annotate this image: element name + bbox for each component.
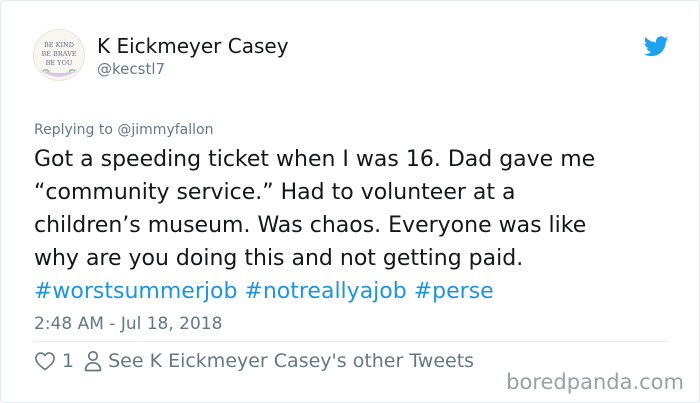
replying-prefix: Replying to bbox=[34, 122, 118, 138]
avatar-text-line-1: BE KIND bbox=[44, 41, 74, 49]
person-icon bbox=[84, 350, 102, 372]
hashtag-link[interactable]: #worstsummerjob bbox=[34, 279, 237, 304]
avatar-text-line-2: BE BRAVE bbox=[41, 50, 76, 58]
like-button[interactable]: 1 bbox=[34, 350, 84, 372]
replying-mention-link[interactable]: @jimmyfallon bbox=[117, 122, 213, 138]
user-handle[interactable]: @kecstl7 bbox=[97, 60, 165, 78]
replying-to: Replying to @jimmyfallon bbox=[34, 121, 213, 139]
hashtag-link[interactable]: #perse bbox=[414, 279, 494, 304]
avatar-text-line-3: BE YOU bbox=[46, 59, 73, 67]
heart-icon bbox=[34, 351, 56, 371]
tweet-actions: 1 See K Eickmeyer Casey's other Tweets bbox=[34, 348, 474, 374]
tweet-text-line: why are you doing this and not getting p… bbox=[34, 246, 524, 271]
tweet-timestamp[interactable]: 2:48 AM - Jul 18, 2018 bbox=[34, 313, 222, 335]
twitter-bird-icon[interactable] bbox=[643, 36, 669, 57]
tweet-card: BE KIND BE BRAVE BE YOU K Eickmeyer Case… bbox=[0, 0, 700, 403]
other-tweets-label: See K Eickmeyer Casey's other Tweets bbox=[108, 350, 475, 372]
tweet-text-line: Got a speeding ticket when I was 16. Dad… bbox=[34, 147, 596, 172]
like-count: 1 bbox=[62, 350, 75, 372]
other-tweets-link[interactable]: See K Eickmeyer Casey's other Tweets bbox=[84, 350, 474, 372]
display-name[interactable]: K Eickmeyer Casey bbox=[97, 34, 289, 58]
tweet-text-line: “community service.” Had to volunteer at… bbox=[34, 180, 516, 205]
tweet-text-line: children’s museum. Was chaos. Everyone w… bbox=[34, 213, 587, 238]
hashtag-line: #worstsummerjob #notreallyajob #perse bbox=[34, 275, 674, 308]
watermark: boredpanda.com bbox=[506, 370, 684, 394]
hashtag-link[interactable]: #notreallyajob bbox=[244, 279, 406, 304]
divider bbox=[34, 341, 669, 342]
avatar[interactable]: BE KIND BE BRAVE BE YOU bbox=[33, 29, 85, 81]
avatar-image: BE KIND BE BRAVE BE YOU bbox=[40, 41, 78, 77]
tweet-text: Got a speeding ticket when I was 16. Dad… bbox=[34, 143, 674, 308]
